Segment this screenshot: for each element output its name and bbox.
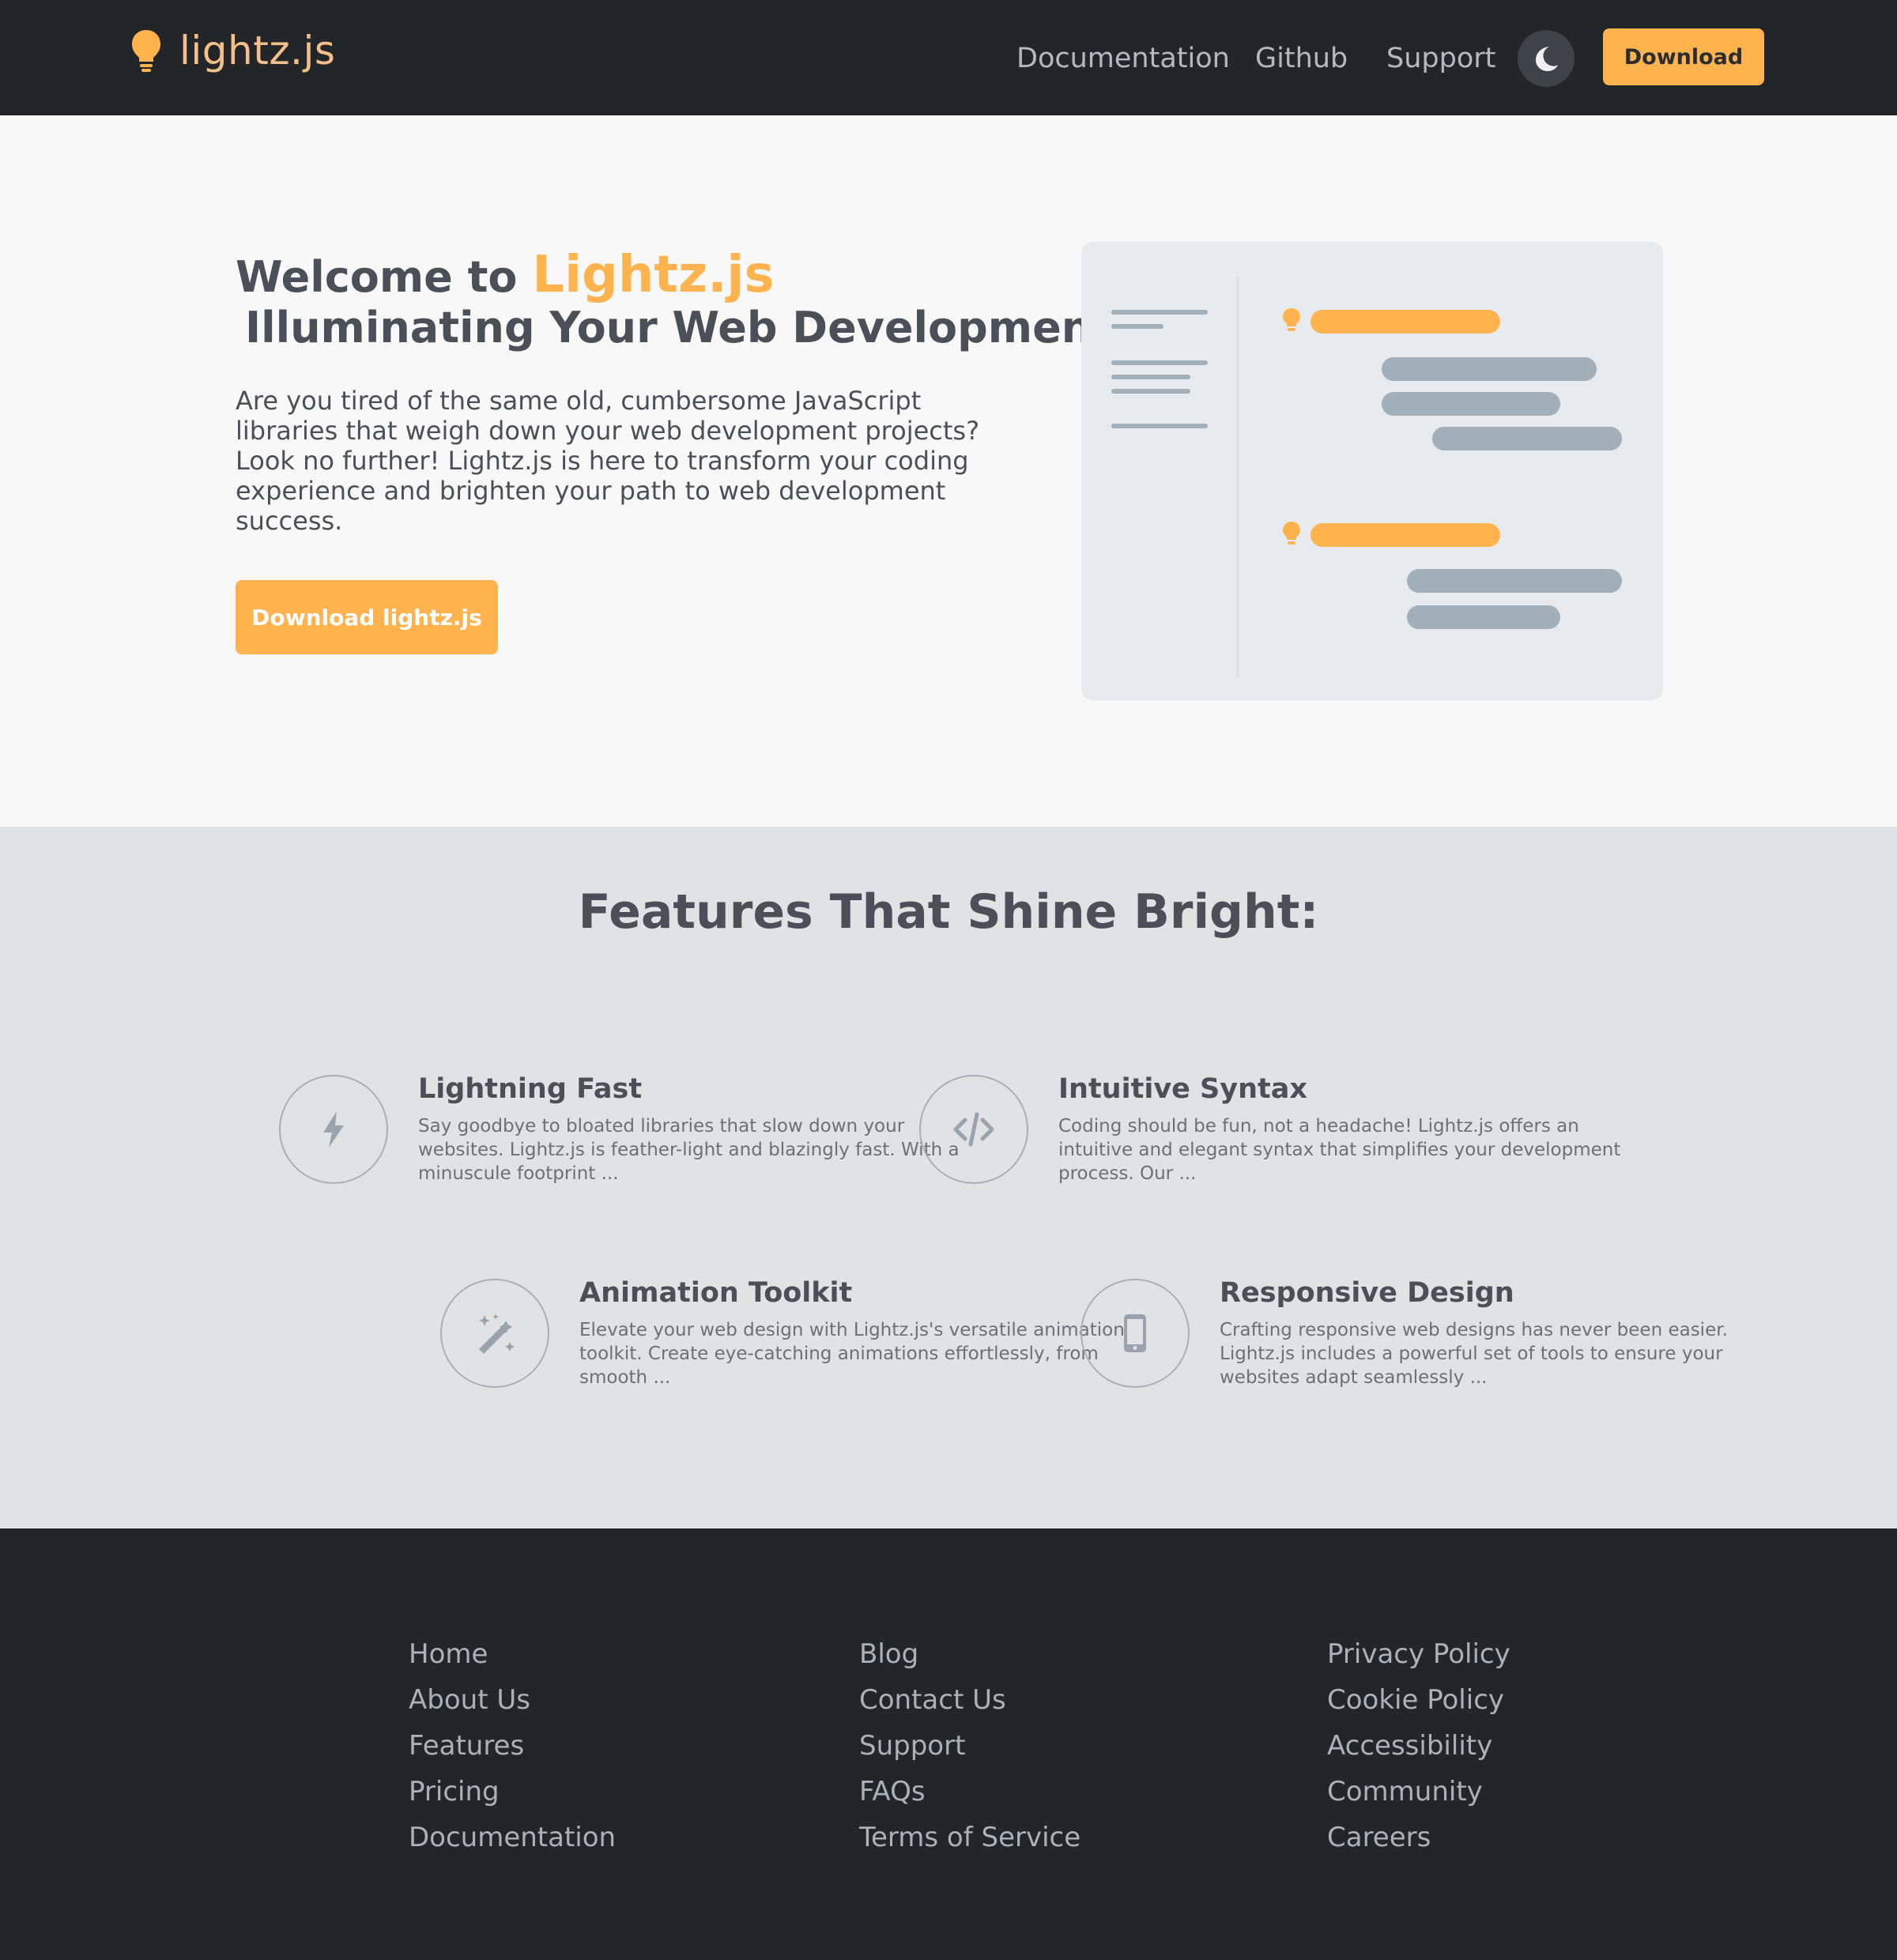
- feature-title: Lightning Fast: [418, 1073, 643, 1105]
- features-section: Features That Shine Bright: Lightning Fa…: [0, 827, 1897, 1528]
- download-lightz-button[interactable]: Download lightz.js: [236, 580, 498, 654]
- footer-link-community[interactable]: Community: [1327, 1769, 1510, 1815]
- lightbulb-icon: [132, 30, 160, 72]
- code-illustration-graphic: [1111, 277, 1622, 678]
- footer-link-careers[interactable]: Careers: [1327, 1815, 1510, 1860]
- magic-wand-icon: [479, 1314, 515, 1354]
- lightbulb-icon: [1283, 308, 1300, 331]
- feature-title: Animation Toolkit: [579, 1277, 853, 1309]
- nav-link-documentation[interactable]: Documentation: [1016, 40, 1230, 77]
- brand-logo[interactable]: lightz.js: [130, 27, 335, 74]
- footer-link-cookie-policy[interactable]: Cookie Policy: [1327, 1677, 1510, 1723]
- footer-link-documentation[interactable]: Documentation: [409, 1815, 616, 1860]
- hero-description: Are you tired of the same old, cumbersom…: [236, 386, 980, 536]
- footer-link-home[interactable]: Home: [409, 1631, 616, 1677]
- hero-title-brand: Lightz.js: [532, 246, 775, 304]
- footer-link-support[interactable]: Support: [859, 1723, 1080, 1769]
- code-icon: [953, 1112, 994, 1147]
- feature-icon-circle: [1080, 1279, 1190, 1388]
- footer-link-contact-us[interactable]: Contact Us: [859, 1677, 1080, 1723]
- hero-section: Welcome to Lightz.js Illuminating Your W…: [0, 115, 1897, 827]
- footer-column: Home About Us Features Pricing Documenta…: [409, 1631, 616, 1860]
- feature-responsive-design: Responsive Design Crafting responsive we…: [1080, 1277, 1728, 1397]
- navbar: lightz.js Documentation Github Support D…: [0, 0, 1897, 115]
- feature-title: Intuitive Syntax: [1058, 1073, 1307, 1105]
- moon-icon: [1536, 47, 1558, 71]
- feature-title: Responsive Design: [1220, 1277, 1514, 1309]
- footer-column: Blog Contact Us Support FAQs Terms of Se…: [859, 1631, 1080, 1860]
- feature-description: Say goodbye to bloated libraries that sl…: [418, 1116, 960, 1184]
- theme-toggle-button[interactable]: [1518, 30, 1575, 87]
- hero-title-tagline: Illuminating Your Web Development!: [245, 303, 1132, 352]
- footer-link-accessibility[interactable]: Accessibility: [1327, 1723, 1510, 1769]
- footer-link-blog[interactable]: Blog: [859, 1631, 1080, 1677]
- footer-link-features[interactable]: Features: [409, 1723, 616, 1769]
- feature-lightning-fast: Lightning Fast Say goodbye to bloated li…: [279, 1073, 960, 1193]
- lightbulb-icon: [1283, 522, 1300, 545]
- brand-name: lightz.js: [179, 28, 336, 74]
- hero-title-prefix: Welcome to: [236, 252, 533, 302]
- feature-intuitive-syntax: Intuitive Syntax Coding should be fun, n…: [919, 1073, 1620, 1193]
- feature-description: Elevate your web design with Lightz.js's…: [579, 1320, 1125, 1388]
- footer-link-privacy-policy[interactable]: Privacy Policy: [1327, 1631, 1510, 1677]
- footer: Home About Us Features Pricing Documenta…: [0, 1528, 1897, 1960]
- nav-link-github[interactable]: Github: [1255, 40, 1348, 77]
- feature-icon-circle: [279, 1075, 388, 1184]
- features-heading: Features That Shine Bright:: [578, 884, 1319, 940]
- feature-icon-circle: [440, 1279, 549, 1388]
- hero-title: Welcome to Lightz.js Illuminating Your W…: [236, 250, 1132, 353]
- feature-animation-toolkit: Animation Toolkit Elevate your web desig…: [440, 1277, 1125, 1397]
- feature-description: Crafting responsive web designs has neve…: [1220, 1320, 1728, 1388]
- download-button[interactable]: Download: [1603, 28, 1764, 85]
- footer-link-pricing[interactable]: Pricing: [409, 1769, 616, 1815]
- footer-link-about-us[interactable]: About Us: [409, 1677, 616, 1723]
- feature-icon-circle: [919, 1075, 1028, 1184]
- nav-link-support[interactable]: Support: [1386, 40, 1495, 77]
- footer-link-faqs[interactable]: FAQs: [859, 1769, 1080, 1815]
- code-editor-illustration: [1081, 242, 1663, 700]
- lightning-icon: [323, 1111, 344, 1148]
- mobile-icon: [1124, 1314, 1146, 1352]
- feature-description: Coding should be fun, not a headache! Li…: [1058, 1116, 1621, 1184]
- footer-column: Privacy Policy Cookie Policy Accessibili…: [1327, 1631, 1510, 1860]
- footer-link-terms-of-service[interactable]: Terms of Service: [859, 1815, 1080, 1860]
